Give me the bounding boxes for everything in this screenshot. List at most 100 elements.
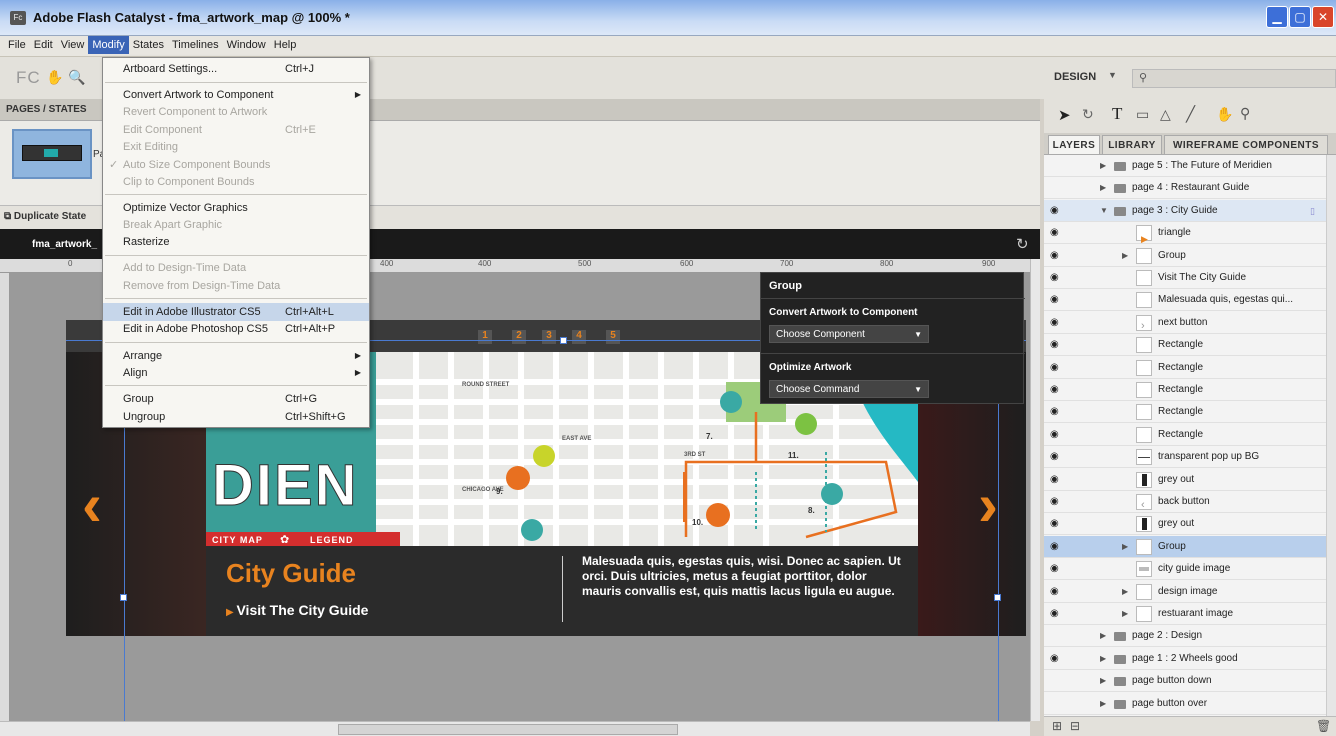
- layer-row[interactable]: ◉ Malesuada quis, egestas qui...: [1044, 289, 1326, 312]
- visibility-eye-icon[interactable]: ◉: [1050, 581, 1080, 603]
- visibility-eye-icon[interactable]: ◉: [1050, 558, 1080, 580]
- menu-item-revert-component[interactable]: Revert Component to Artwork: [103, 103, 369, 121]
- triangle-tool-icon[interactable]: △: [1160, 106, 1171, 123]
- hand-icon[interactable]: ✋: [1216, 106, 1233, 123]
- choose-component-select[interactable]: Choose Component ▼: [769, 325, 929, 343]
- trash-icon[interactable]: 🗑: [1316, 719, 1331, 733]
- layer-row[interactable]: ◉ grey out: [1044, 469, 1326, 491]
- chevron-down-icon[interactable]: ▼: [1108, 70, 1117, 80]
- layer-row[interactable]: ◉ city guide image: [1044, 558, 1326, 581]
- disclosure-collapsed-icon[interactable]: ▶: [1122, 245, 1128, 267]
- layers-scrollbar[interactable]: [1326, 155, 1336, 716]
- layer-row[interactable]: ◉ Visit The City Guide: [1044, 267, 1326, 289]
- menu-item-ungroup[interactable]: Ungroup Ctrl+Shift+G: [103, 408, 369, 426]
- search-input[interactable]: ⚲: [1132, 69, 1336, 88]
- layer-row[interactable]: ▶ page 4 : Restaurant Guide: [1044, 177, 1326, 200]
- visibility-eye-icon[interactable]: ◉: [1050, 446, 1080, 468]
- visibility-eye-icon[interactable]: ◉: [1050, 312, 1080, 334]
- layer-row[interactable]: ◉ › next button: [1044, 312, 1326, 334]
- layer-row[interactable]: ◉ Rectangle: [1044, 334, 1326, 357]
- menu-view[interactable]: View: [57, 36, 89, 54]
- disclosure-collapsed-icon[interactable]: ▶: [1100, 693, 1106, 715]
- menu-item-convert-artwork[interactable]: Convert Artwork to Component ▶: [103, 86, 369, 104]
- menu-item-group[interactable]: Group Ctrl+G: [103, 390, 369, 408]
- text-tool-icon[interactable]: T: [1112, 104, 1122, 124]
- minimize-icon[interactable]: ▁: [1266, 6, 1288, 28]
- selection-handle[interactable]: [994, 594, 1001, 601]
- layer-row[interactable]: ◉ Rectangle: [1044, 401, 1326, 424]
- layer-row[interactable]: ◉ ▶ triangle: [1044, 222, 1326, 245]
- page-number-2[interactable]: 2: [512, 330, 526, 344]
- hand-icon[interactable]: ✋: [46, 69, 63, 86]
- layer-row[interactable]: ◉ Rectangle: [1044, 424, 1326, 446]
- visibility-eye-icon[interactable]: ◉: [1050, 222, 1080, 244]
- visibility-eye-icon[interactable]: ◉: [1050, 357, 1080, 379]
- select-arrow-icon[interactable]: ➤: [1058, 106, 1071, 124]
- selection-handle[interactable]: [120, 594, 127, 601]
- visibility-eye-icon[interactable]: ◉: [1050, 245, 1080, 267]
- menu-item-break-apart[interactable]: Break Apart Graphic: [103, 216, 369, 234]
- line-tool-icon[interactable]: ╱: [1186, 105, 1195, 123]
- next-button-chevron-icon[interactable]: ›: [978, 470, 998, 539]
- layer-row[interactable]: ▶ page button down: [1044, 670, 1326, 693]
- menu-item-exit-editing[interactable]: Exit Editing: [103, 138, 369, 156]
- layer-row[interactable]: ▶ page 5 : The Future of Meridien: [1044, 155, 1326, 177]
- menu-item-edit-component[interactable]: Edit Component Ctrl+E: [103, 121, 369, 139]
- menu-states[interactable]: States: [129, 36, 168, 54]
- page-number-4[interactable]: 4: [572, 330, 586, 344]
- layer-row[interactable]: ▶ page 2 : Design: [1044, 625, 1326, 648]
- close-icon[interactable]: ✕: [1312, 6, 1334, 28]
- layer-row[interactable]: ◉ ▶ Group: [1044, 245, 1326, 267]
- scroll-thumb[interactable]: [338, 724, 678, 735]
- disclosure-expanded-icon[interactable]: ▼: [1100, 200, 1108, 222]
- layer-row[interactable]: ◉ grey out: [1044, 513, 1326, 536]
- back-button-chevron-icon[interactable]: ‹: [82, 470, 102, 539]
- menu-item-remove-design-time[interactable]: Remove from Design-Time Data: [103, 277, 369, 295]
- menu-item-rasterize[interactable]: Rasterize: [103, 233, 369, 251]
- disclosure-collapsed-icon[interactable]: ▶: [1122, 581, 1128, 603]
- page-number-5[interactable]: 5: [606, 330, 620, 344]
- layer-row[interactable]: ◉ ▶ design image: [1044, 581, 1326, 603]
- zoom-icon[interactable]: ⚲: [1240, 105, 1250, 122]
- visibility-eye-icon[interactable]: ◉: [1050, 401, 1080, 423]
- visibility-eye-icon[interactable]: ◉: [1050, 267, 1080, 289]
- zoom-icon[interactable]: 🔍: [68, 69, 85, 86]
- menu-item-artboard-settings[interactable]: Artboard Settings... Ctrl+J: [103, 60, 369, 78]
- layer-row[interactable]: ▶ page button over: [1044, 693, 1326, 715]
- menu-item-optimize-vector[interactable]: Optimize Vector Graphics: [103, 199, 369, 217]
- choose-command-select[interactable]: Choose Command ▼: [769, 380, 929, 398]
- visibility-eye-icon[interactable]: ◉: [1050, 648, 1080, 670]
- disclosure-collapsed-icon[interactable]: ▶: [1100, 648, 1106, 670]
- visibility-eye-icon[interactable]: ◉: [1050, 200, 1080, 222]
- tab-layers[interactable]: LAYERS: [1048, 135, 1100, 154]
- tab-library[interactable]: LIBRARY: [1102, 135, 1162, 154]
- menu-item-align[interactable]: Align ▶: [103, 364, 369, 382]
- layer-row[interactable]: ◉ ‹ back button: [1044, 491, 1326, 513]
- rotate-icon[interactable]: ↻: [1082, 106, 1094, 123]
- visibility-eye-icon[interactable]: ◉: [1050, 469, 1080, 491]
- layer-row[interactable]: ◉ Rectangle: [1044, 357, 1326, 379]
- layer-row[interactable]: ◉ ▼ page 3 : City Guide ▯: [1044, 199, 1326, 222]
- rectangle-tool-icon[interactable]: ▭: [1136, 106, 1149, 123]
- layer-row[interactable]: ◉ ▶ Group: [1044, 535, 1326, 558]
- visibility-eye-icon[interactable]: ◉: [1050, 289, 1080, 311]
- duplicate-state-button[interactable]: ⧉ Duplicate State: [4, 211, 86, 222]
- disclosure-collapsed-icon[interactable]: ▶: [1100, 177, 1106, 199]
- layer-row[interactable]: ◉ Rectangle: [1044, 379, 1326, 401]
- menu-modify[interactable]: Modify: [88, 36, 129, 54]
- new-layer-icon[interactable]: ⊞: [1052, 719, 1062, 733]
- menu-edit[interactable]: Edit: [30, 36, 57, 54]
- page-thumbnail[interactable]: [12, 129, 92, 179]
- refresh-icon[interactable]: ↻: [1016, 235, 1029, 253]
- tab-wireframe-components[interactable]: WIREFRAME COMPONENTS: [1164, 135, 1328, 154]
- disclosure-collapsed-icon[interactable]: ▶: [1100, 625, 1106, 647]
- disclosure-collapsed-icon[interactable]: ▶: [1100, 155, 1106, 177]
- layer-row[interactable]: ◉ ▶ restuarant image: [1044, 603, 1326, 625]
- visibility-eye-icon[interactable]: ◉: [1050, 491, 1080, 513]
- document-tab[interactable]: fma_artwork_: [32, 239, 97, 250]
- new-sublayer-icon[interactable]: ⊟: [1070, 719, 1080, 733]
- visibility-eye-icon[interactable]: ◉: [1050, 603, 1080, 625]
- menu-item-edit-illustrator[interactable]: Edit in Adobe Illustrator CS5 Ctrl+Alt+L: [103, 303, 369, 321]
- visit-city-guide-link[interactable]: ▶ Visit The City Guide: [226, 602, 368, 618]
- menu-file[interactable]: File: [0, 36, 30, 54]
